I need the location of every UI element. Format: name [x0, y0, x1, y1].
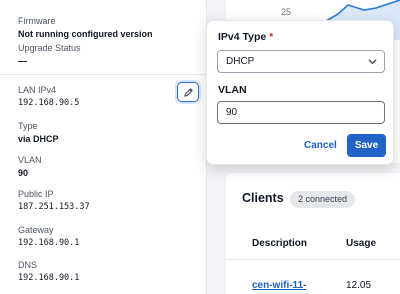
ipv4-type-label: IPv4 Type * [218, 31, 273, 43]
gateway-value: 192.168.90.1 [18, 238, 80, 248]
chevron-down-icon [368, 59, 377, 64]
lan-ipv4-field: LAN IPv4 192.168.90.5 [18, 85, 79, 109]
client-usage-value: 12.05 [346, 280, 372, 291]
clients-title: Clients [242, 191, 284, 205]
vlan-input-label: VLAN [218, 84, 247, 96]
type-value: via DHCP [18, 134, 59, 144]
ipv4-type-label-text: IPv4 Type [218, 31, 267, 43]
firmware-value: Not running configured version [18, 29, 153, 39]
required-indicator: * [269, 31, 274, 43]
upgrade-status-value: — [18, 56, 27, 66]
save-button[interactable]: Save [347, 134, 386, 157]
vlan-label: VLAN [18, 155, 42, 165]
pencil-icon [183, 87, 193, 97]
type-label: Type [18, 121, 38, 131]
lan-ipv4-value: 192.168.90.5 [18, 98, 80, 108]
firmware-label: Firmware [18, 16, 56, 26]
vlan-input[interactable] [217, 101, 385, 124]
chart-tick-label: 25 [281, 7, 292, 17]
public-ip-field: Public IP 187.251.153.37 [18, 189, 90, 213]
column-header-description[interactable]: Description [252, 238, 307, 249]
dns-value: 192.168.90.1 [18, 273, 80, 283]
upgrade-status-field: Upgrade Status — [18, 43, 81, 67]
cancel-button[interactable]: Cancel [298, 135, 343, 156]
vlan-value: 90 [18, 168, 29, 178]
dns-field: DNS 192.168.90.1 [18, 260, 79, 284]
dns-label: DNS [18, 260, 38, 270]
upgrade-status-label: Upgrade Status [18, 43, 81, 53]
type-field: Type via DHCP [18, 121, 59, 145]
lan-ipv4-label: LAN IPv4 [18, 85, 57, 95]
ipv4-type-selected-value: DHCP [226, 56, 255, 67]
table-header-divider [226, 259, 400, 260]
client-description-link[interactable]: cen-wifi-11- [252, 280, 306, 291]
column-header-usage[interactable]: Usage [346, 238, 376, 249]
clients-count-badge: 2 connected [290, 191, 356, 208]
public-ip-value: 187.251.153.37 [18, 202, 90, 212]
public-ip-label: Public IP [18, 189, 54, 199]
gateway-field: Gateway 192.168.90.1 [18, 225, 79, 249]
vlan-field: VLAN 90 [18, 155, 42, 179]
section-divider [0, 74, 207, 75]
edit-lan-button[interactable] [177, 82, 199, 102]
firmware-field: Firmware Not running configured version [18, 16, 153, 40]
gateway-label: Gateway [18, 225, 54, 235]
ipv4-type-select[interactable]: DHCP [217, 50, 385, 73]
